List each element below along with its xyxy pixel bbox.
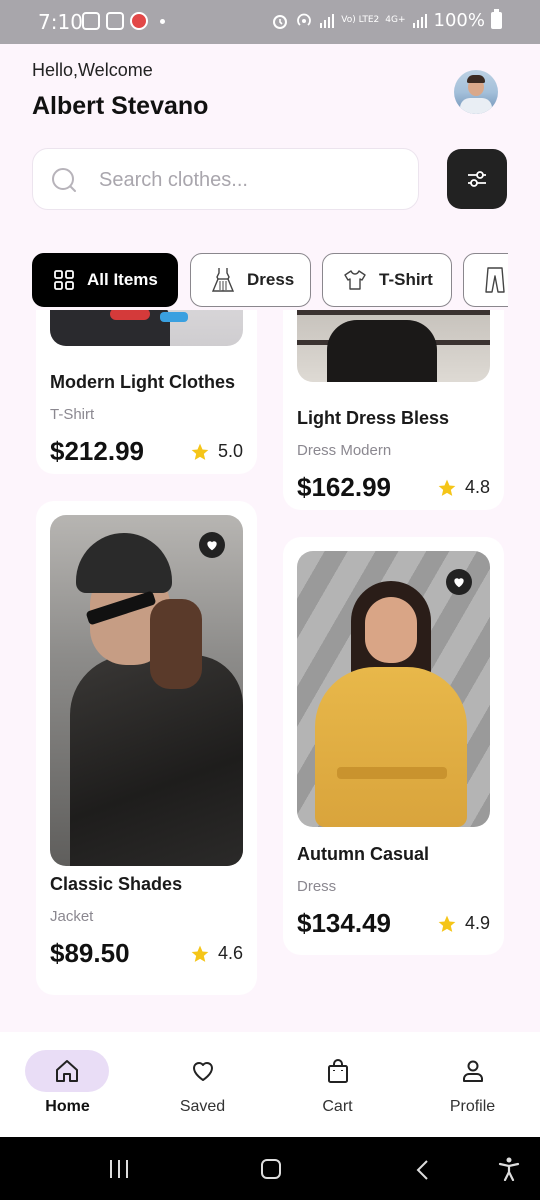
search-icon — [52, 168, 76, 192]
product-category: Dress Modern — [297, 442, 392, 459]
nav-label: Cart — [322, 1098, 353, 1115]
hotspot-icon — [297, 13, 312, 26]
network-gen-label: 4G+ — [385, 15, 406, 25]
nav-cart[interactable]: Cart — [270, 1032, 405, 1137]
dress-icon — [211, 268, 235, 292]
rating-value: 4.8 — [464, 477, 490, 497]
chip-pants[interactable] — [463, 253, 508, 307]
volte-label: Vo) LTE2 — [341, 15, 380, 25]
home-button-icon[interactable] — [261, 1159, 281, 1179]
shopping-bag-icon — [328, 1059, 348, 1083]
favorite-button[interactable] — [446, 569, 472, 595]
more-notifications-dot-icon — [160, 18, 165, 24]
chip-all-items[interactable]: All Items — [32, 253, 178, 307]
search-input[interactable] — [99, 163, 399, 197]
tshirt-icon — [344, 270, 366, 290]
nav-profile[interactable]: Profile — [405, 1032, 540, 1137]
product-image — [50, 515, 243, 866]
product-title: Classic Shades — [50, 874, 183, 894]
product-image — [50, 310, 243, 346]
pants-icon — [485, 267, 505, 293]
product-card[interactable]: Autumn Casual Dress $134.49 4.9 — [283, 537, 504, 955]
sliders-icon — [468, 171, 486, 187]
chip-tshirt[interactable]: T-Shirt — [322, 253, 452, 307]
product-title: Autumn Casual — [297, 844, 430, 864]
status-time: 7:10 — [38, 10, 83, 34]
status-system-icons: Vo) LTE2 4G+ 100% — [271, 9, 502, 31]
accessibility-icon[interactable] — [498, 1157, 520, 1181]
rating-value: 4.6 — [217, 943, 243, 963]
product-image — [297, 310, 490, 382]
star-icon — [191, 443, 209, 460]
product-price: $134.49 — [297, 908, 391, 938]
product-category: Jacket — [50, 908, 94, 925]
person-icon — [463, 1060, 483, 1082]
nav-label: Home — [45, 1098, 90, 1115]
product-rating: 4.8 — [437, 477, 490, 498]
app-notification-icon — [130, 12, 148, 30]
category-chips: All Items Dress T-Shirt — [32, 253, 508, 308]
instagram-notification-icon — [106, 12, 124, 30]
product-grid: Modern Light Clothes T-Shirt $212.99 5.0… — [0, 310, 540, 1032]
nav-label: Profile — [449, 1098, 496, 1115]
heart-icon — [454, 578, 464, 588]
search-bar[interactable] — [32, 148, 419, 210]
chip-label: T-Shirt — [379, 270, 433, 289]
grid-icon — [54, 270, 74, 290]
product-card[interactable]: Light Dress Bless Dress Modern $162.99 4… — [283, 310, 504, 510]
system-navigation-bar — [0, 1137, 540, 1200]
nav-home[interactable]: Home — [0, 1032, 135, 1137]
chip-label: Dress — [247, 270, 295, 289]
star-icon — [438, 915, 456, 932]
status-bar: 7:10 Vo) LTE2 4G+ 100% — [0, 0, 540, 44]
product-price: $212.99 — [50, 436, 144, 466]
product-rating: 4.6 — [190, 943, 243, 964]
nav-label: Saved — [179, 1098, 226, 1115]
bottom-navigation: Home Saved Cart Profile — [0, 1032, 540, 1137]
recent-apps-icon[interactable] — [110, 1160, 128, 1178]
star-icon — [191, 945, 209, 962]
product-rating: 4.9 — [437, 913, 490, 934]
chip-label: All Items — [87, 270, 158, 289]
product-card[interactable]: Classic Shades Jacket $89.50 4.6 — [36, 501, 257, 995]
chip-dress[interactable]: Dress — [190, 253, 311, 307]
greeting-text: Hello,Welcome — [32, 60, 153, 80]
product-category: Dress — [297, 878, 337, 895]
product-price: $162.99 — [297, 472, 391, 502]
product-rating: 5.0 — [190, 441, 243, 462]
rating-value: 4.9 — [464, 913, 490, 933]
filter-button[interactable] — [447, 149, 507, 209]
favorite-button[interactable] — [199, 532, 225, 558]
user-name: Albert Stevano — [32, 92, 209, 120]
battery-icon — [491, 9, 502, 29]
nav-saved[interactable]: Saved — [135, 1032, 270, 1137]
heart-icon — [207, 541, 217, 551]
signal-2-icon — [412, 13, 427, 28]
product-category: T-Shirt — [50, 406, 95, 423]
star-icon — [438, 479, 456, 496]
home-icon — [56, 1060, 78, 1082]
product-price: $89.50 — [50, 938, 130, 968]
rating-value: 5.0 — [217, 441, 243, 461]
product-title: Light Dress Bless — [297, 408, 450, 428]
status-notification-icons — [82, 12, 165, 30]
product-title: Modern Light Clothes — [50, 372, 235, 392]
signal-icon — [320, 13, 335, 28]
back-icon[interactable] — [414, 1159, 432, 1181]
battery-percent: 100% — [433, 10, 485, 31]
heart-outline-icon — [193, 1062, 213, 1081]
avatar[interactable] — [454, 70, 498, 114]
gallery-notification-icon — [82, 12, 100, 30]
alarm-icon — [273, 14, 288, 29]
product-card[interactable]: Modern Light Clothes T-Shirt $212.99 5.0 — [36, 310, 257, 474]
